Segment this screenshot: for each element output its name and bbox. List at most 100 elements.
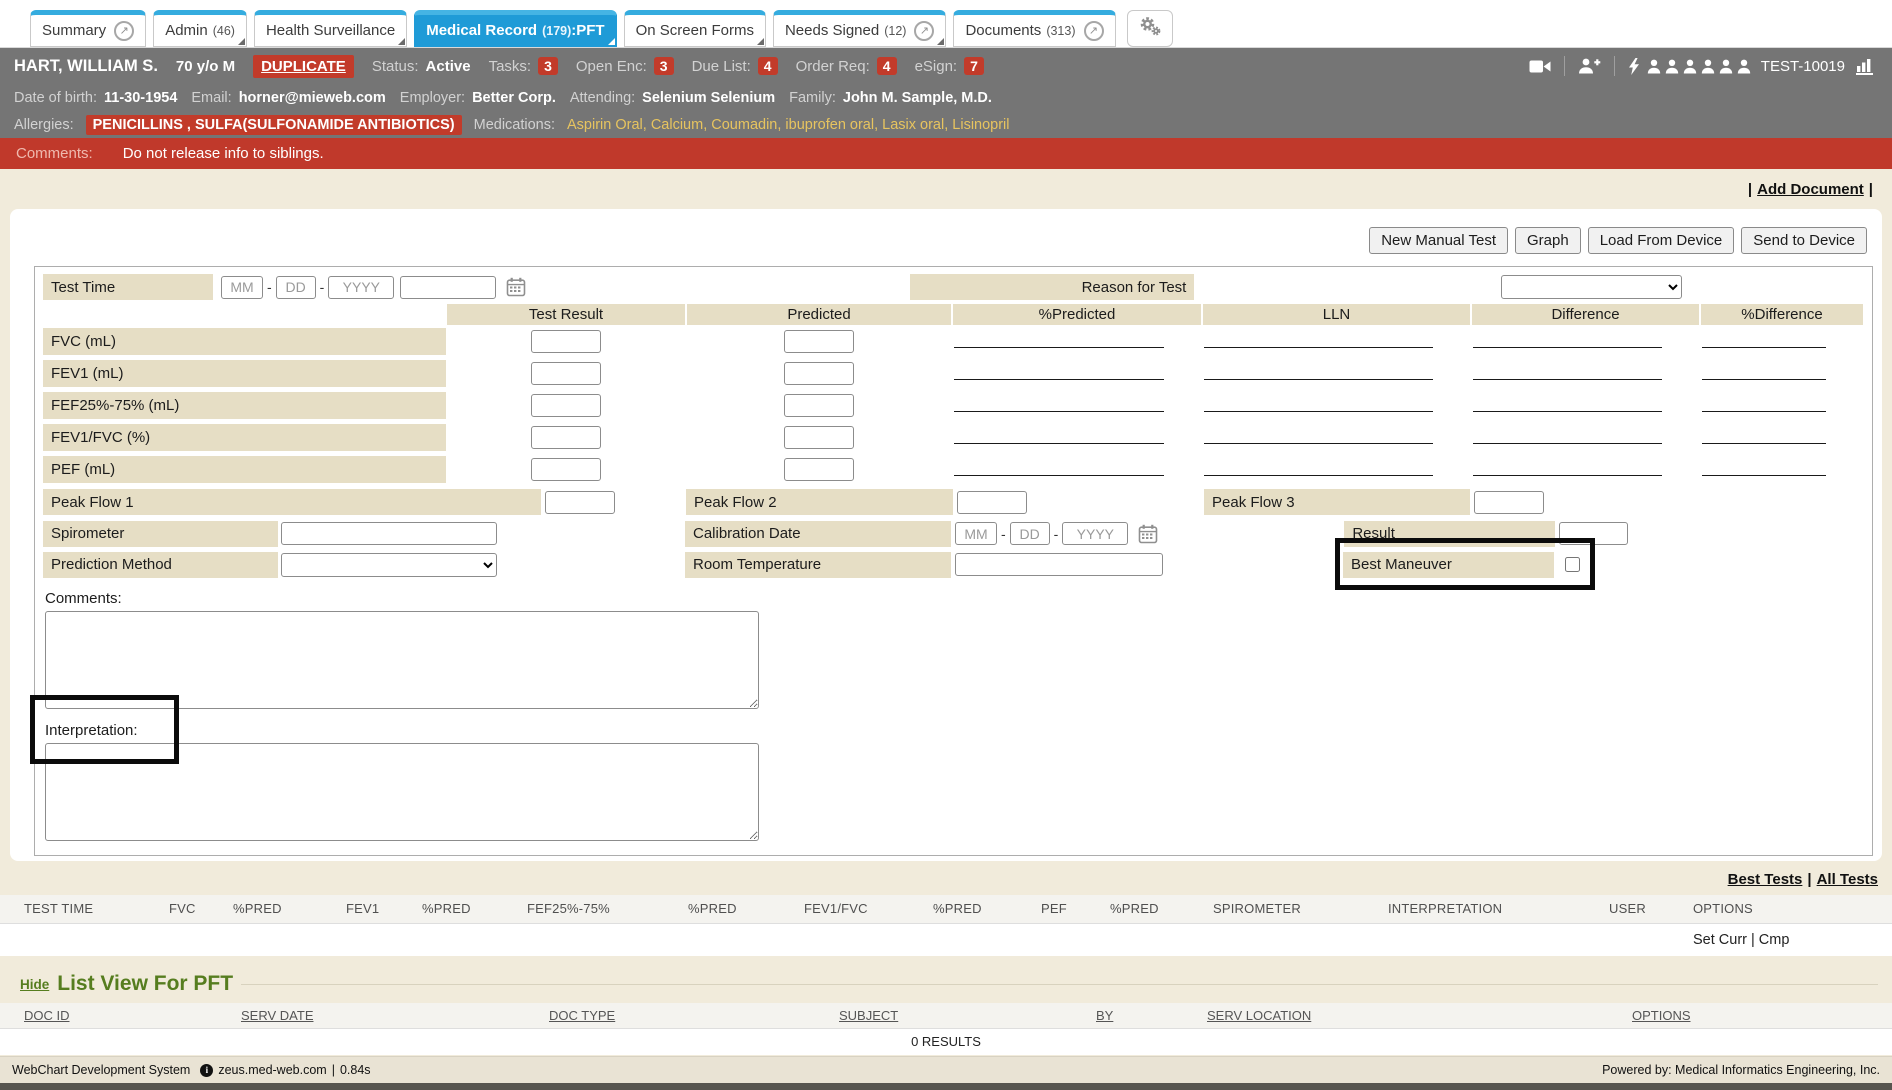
info-icon[interactable]: i: [200, 1064, 213, 1077]
col-fev1-fvc: FEV1/FVC: [804, 895, 933, 923]
col-pred-4: %PRED: [933, 895, 1041, 923]
all-tests-link[interactable]: All Tests: [1817, 871, 1878, 888]
test-time-input[interactable]: [400, 276, 496, 299]
best-maneuver-group: Best Maneuver: [1343, 552, 1583, 578]
prediction-method-select[interactable]: [281, 553, 497, 577]
calendar-icon[interactable]: [1138, 524, 1158, 544]
due-list-count-badge[interactable]: 4: [758, 57, 778, 75]
test-time-label: Test Time: [43, 274, 213, 300]
tab-medical-record[interactable]: Medical Record (179) :PFT: [414, 10, 616, 47]
esign-count-badge[interactable]: 7: [964, 57, 984, 75]
list-view-empty-row: 0 RESULTS: [0, 1028, 1892, 1055]
comments-banner-label: Comments:: [16, 145, 93, 162]
fev1-predicted-input[interactable]: [784, 362, 854, 385]
comments-textarea[interactable]: [45, 611, 759, 709]
calendar-icon[interactable]: [506, 277, 526, 297]
col-user: USER: [1609, 895, 1693, 923]
tab-on-screen-forms[interactable]: On Screen Forms: [624, 10, 766, 47]
patient-demographics-bar: Date of birth: 11-30-1954 Email: horner@…: [0, 84, 1892, 111]
set-curr-cmp-links[interactable]: Set Curr | Cmp: [1693, 923, 1892, 956]
tab-health-surveillance[interactable]: Health Surveillance: [254, 10, 407, 47]
fvc-test-result-input[interactable]: [531, 330, 601, 353]
employer-field: Employer: Better Corp.: [400, 90, 556, 106]
measure-row-fev1: FEV1 (mL): [43, 358, 1864, 389]
fev1-test-result-input[interactable]: [531, 362, 601, 385]
pef-test-result-input[interactable]: [531, 458, 601, 481]
test-day-input[interactable]: [276, 276, 316, 299]
fef-predicted-input[interactable]: [784, 394, 854, 417]
send-to-device-button[interactable]: Send to Device: [1741, 227, 1867, 254]
reason-for-test-select[interactable]: [1501, 275, 1682, 299]
spirometer-input[interactable]: [281, 522, 497, 545]
medication-link[interactable]: Coumadin: [711, 117, 785, 133]
medication-link[interactable]: Lisinopril: [952, 117, 1009, 133]
col-by: BY: [1096, 1003, 1207, 1028]
separator: |: [1807, 871, 1811, 888]
tab-summary[interactable]: Summary ↗: [30, 10, 146, 47]
email-field: Email: horner@mieweb.com: [191, 90, 385, 106]
new-manual-test-button[interactable]: New Manual Test: [1369, 227, 1508, 254]
load-from-device-button[interactable]: Load From Device: [1588, 227, 1735, 254]
date-separator: -: [1001, 526, 1006, 542]
tab-needs-signed[interactable]: Needs Signed (12) ↗: [773, 10, 946, 47]
calibration-day-input[interactable]: [1010, 522, 1050, 545]
medication-link[interactable]: Lasix oral: [882, 117, 952, 133]
calibration-month-input[interactable]: [955, 522, 997, 545]
tasks-count-badge[interactable]: 3: [538, 57, 558, 75]
medication-link[interactable]: Aspirin Oral: [567, 117, 651, 133]
tab-admin[interactable]: Admin (46): [153, 10, 247, 47]
fev1-fvc-predicted-input[interactable]: [784, 426, 854, 449]
date-separator: -: [320, 279, 325, 295]
best-tests-link[interactable]: Best Tests: [1728, 871, 1803, 888]
fev1-fvc-test-result-input[interactable]: [531, 426, 601, 449]
percent-predicted-line: [952, 358, 1202, 389]
medication-link[interactable]: ibuprofen oral: [785, 117, 882, 133]
order-req-count-badge[interactable]: 4: [877, 57, 897, 75]
test-time-row: Test Time - - Reason for Test: [43, 271, 1864, 303]
add-document-link[interactable]: Add Document: [1757, 181, 1864, 198]
main-content: | Add Document | New Manual Test Graph L…: [0, 169, 1892, 1090]
video-call-icon[interactable]: [1529, 59, 1551, 74]
duplicate-badge[interactable]: DUPLICATE: [253, 55, 354, 78]
calibration-year-input[interactable]: [1062, 522, 1128, 545]
interpretation-textarea[interactable]: [45, 743, 759, 841]
popout-icon[interactable]: ↗: [114, 21, 134, 41]
peak-flow-3-input[interactable]: [1474, 491, 1544, 514]
separator: |: [1869, 181, 1873, 198]
fvc-predicted-input[interactable]: [784, 330, 854, 353]
allergies-label: Allergies:: [14, 117, 74, 133]
pef-predicted-input[interactable]: [784, 458, 854, 481]
hide-link[interactable]: Hide: [20, 977, 49, 992]
room-temperature-input[interactable]: [955, 553, 1163, 576]
result-input[interactable]: [1559, 522, 1628, 545]
quick-action-bolt-icon[interactable]: [1628, 58, 1640, 75]
tab-documents[interactable]: Documents (313) ↗: [953, 10, 1115, 47]
tab-label: Needs Signed: [785, 22, 879, 39]
add-user-icon[interactable]: [1578, 58, 1601, 74]
tab-count: (313): [1046, 24, 1075, 38]
open-enc-label: Open Enc:: [576, 58, 647, 75]
test-month-input[interactable]: [221, 276, 263, 299]
peak-flow-1-input[interactable]: [545, 491, 615, 514]
popout-icon[interactable]: ↗: [1084, 21, 1104, 41]
open-enc-count-badge[interactable]: 3: [654, 57, 674, 75]
tab-label: Summary: [42, 22, 106, 39]
medication-link[interactable]: Calcium: [651, 117, 711, 133]
test-year-input[interactable]: [328, 276, 394, 299]
best-maneuver-checkbox[interactable]: [1565, 557, 1580, 572]
measure-label: FEV1 (mL): [43, 360, 446, 387]
graph-button[interactable]: Graph: [1515, 227, 1581, 254]
due-list-field: Due List: 4: [692, 57, 778, 75]
dob-label: Date of birth:: [14, 90, 97, 106]
occupant-icon: [1683, 59, 1697, 74]
lln-line: [1202, 454, 1471, 485]
col-options: OPTIONS: [1632, 1003, 1892, 1028]
fef-test-result-input[interactable]: [531, 394, 601, 417]
flowsheet-chart-icon[interactable]: [1856, 58, 1873, 75]
employer-value: Better Corp.: [472, 90, 556, 106]
allergy-badge[interactable]: PENICILLINS , SULFA(SULFONAMIDE ANTIBIOT…: [86, 115, 462, 135]
peak-flow-2-input[interactable]: [957, 491, 1027, 514]
popout-icon[interactable]: ↗: [914, 21, 934, 41]
measure-label: FEV1/FVC (%): [43, 424, 446, 451]
settings-gear-button[interactable]: [1127, 10, 1173, 47]
